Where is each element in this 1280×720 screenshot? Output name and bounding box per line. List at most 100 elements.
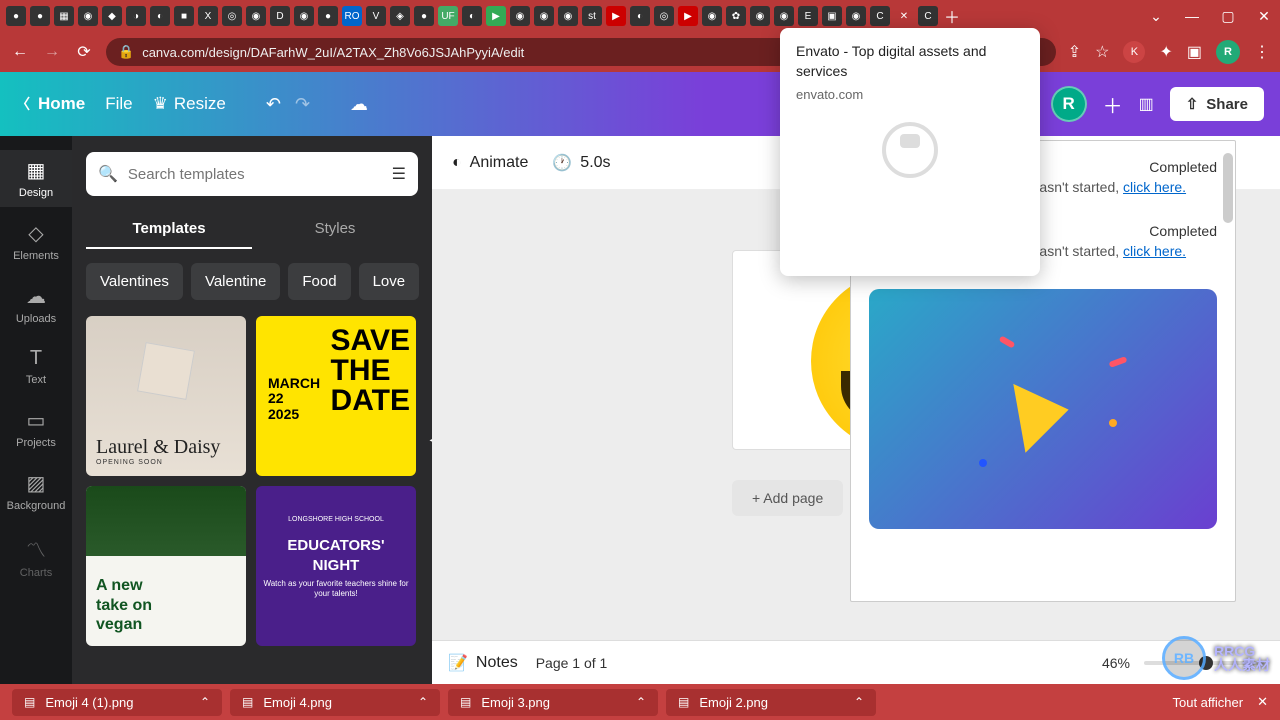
sidepanel-icon[interactable]: ▣ xyxy=(1187,42,1202,62)
tab-icon[interactable]: ◎ xyxy=(654,6,674,26)
tab-icon[interactable]: ✿ xyxy=(726,6,746,26)
bookmark-icon[interactable]: ☆ xyxy=(1095,42,1109,62)
tab-icon[interactable]: X xyxy=(198,6,218,26)
shelf-close-icon[interactable]: ✕ xyxy=(1257,694,1268,710)
tab-icon[interactable]: E xyxy=(798,6,818,26)
tabs-dropdown-icon[interactable]: ⌄ xyxy=(1146,8,1166,25)
close-icon[interactable]: ✕ xyxy=(1254,8,1274,25)
tab-icon[interactable]: D xyxy=(270,6,290,26)
tab-icon[interactable]: st xyxy=(582,6,602,26)
home-button[interactable]: 〈 Home xyxy=(16,94,85,114)
tab-icon[interactable]: ◉ xyxy=(78,6,98,26)
duration-button[interactable]: 🕐 5.0s xyxy=(552,153,610,173)
tab-icon[interactable]: ▶ xyxy=(486,6,506,26)
reload-button[interactable]: ⟳ xyxy=(74,42,94,62)
rail-charts[interactable]: 〽Charts xyxy=(0,526,72,587)
tab-icon[interactable]: ● xyxy=(6,6,26,26)
template-card[interactable]: Laurel & Daisy OPENING SOON xyxy=(86,316,246,476)
tab-icon[interactable]: ● xyxy=(414,6,434,26)
tab-icon[interactable]: ◉ xyxy=(294,6,314,26)
page-indicator[interactable]: Page 1 of 1 xyxy=(536,655,608,671)
extensions-icon[interactable]: ✦ xyxy=(1159,42,1172,62)
profile-avatar[interactable]: R xyxy=(1216,40,1240,64)
rail-design[interactable]: ▦Design xyxy=(0,150,72,207)
tab-styles[interactable]: Styles xyxy=(252,210,418,249)
chevron-up-icon[interactable]: ⌃ xyxy=(636,695,646,709)
chip-valentine[interactable]: Valentine xyxy=(191,263,280,300)
filter-icon[interactable]: ☰ xyxy=(392,164,406,184)
add-page-button[interactable]: + Add page xyxy=(732,480,843,516)
cloud-sync-icon[interactable]: ☁ xyxy=(350,94,368,115)
shelf-item[interactable]: ▤ Emoji 3.png ⌃ xyxy=(448,689,658,716)
tab-icon[interactable]: ● xyxy=(318,6,338,26)
tab-icon[interactable]: ◐ xyxy=(462,6,482,26)
undo-button[interactable]: ↶ xyxy=(266,94,281,115)
chip-food[interactable]: Food xyxy=(288,263,350,300)
rail-elements[interactable]: ◇Elements xyxy=(0,213,72,270)
menu-icon[interactable]: ⋮ xyxy=(1254,42,1270,62)
tab-icon[interactable]: UF xyxy=(438,6,458,26)
tab-icon[interactable]: ◈ xyxy=(390,6,410,26)
search-box[interactable]: 🔍 ☰ xyxy=(86,152,418,196)
tab-icon[interactable]: ◉ xyxy=(534,6,554,26)
tab-icon[interactable]: ◉ xyxy=(510,6,530,26)
animate-button[interactable]: ◐ Animate xyxy=(452,154,528,172)
notes-button[interactable]: 📝Notes xyxy=(448,653,518,673)
tab-icon[interactable]: ▶ xyxy=(606,6,626,26)
panel-collapse-toggle[interactable]: ◂ xyxy=(424,410,432,470)
search-input[interactable] xyxy=(128,166,382,183)
shelf-show-all[interactable]: Tout afficher xyxy=(1173,695,1244,710)
tab-icon[interactable]: ◉ xyxy=(558,6,578,26)
share-button[interactable]: ⇧ Share xyxy=(1170,87,1264,121)
rail-projects[interactable]: ▭Projects xyxy=(0,400,72,457)
minimize-icon[interactable]: — xyxy=(1182,8,1202,24)
template-card[interactable]: MARCH 22 2025 SAVE THE DATE xyxy=(256,316,416,476)
share-icon[interactable]: ⇪ xyxy=(1068,42,1081,62)
tab-icon[interactable]: ◐ xyxy=(150,6,170,26)
new-tab-button[interactable]: ＋ xyxy=(942,6,962,26)
tab-icon[interactable]: ◑ xyxy=(126,6,146,26)
tab-icon[interactable]: C xyxy=(918,6,938,26)
chip-valentines[interactable]: Valentines xyxy=(86,263,183,300)
scrollbar-thumb[interactable] xyxy=(1223,153,1233,223)
tab-templates[interactable]: Templates xyxy=(86,210,252,249)
shelf-item[interactable]: ▤ Emoji 4 (1).png ⌃ xyxy=(12,689,222,716)
rail-text[interactable]: TText xyxy=(0,339,72,394)
chip-love[interactable]: Love xyxy=(359,263,420,300)
maximize-icon[interactable]: ▢ xyxy=(1218,8,1238,25)
redo-button[interactable]: ↷ xyxy=(295,94,310,115)
chevron-up-icon[interactable]: ⌃ xyxy=(854,695,864,709)
tab-icon[interactable]: ■ xyxy=(174,6,194,26)
tab-icon[interactable]: ▦ xyxy=(54,6,74,26)
extension-badge[interactable]: K xyxy=(1123,41,1145,63)
tab-icon[interactable]: RO xyxy=(342,6,362,26)
tab-icon[interactable]: ◆ xyxy=(102,6,122,26)
tab-icon[interactable]: ◉ xyxy=(750,6,770,26)
rail-background[interactable]: ▨Background xyxy=(0,463,72,520)
forward-button[interactable]: → xyxy=(42,43,62,61)
tab-icon[interactable]: ● xyxy=(30,6,50,26)
tab-icon[interactable]: ◎ xyxy=(222,6,242,26)
back-button[interactable]: ← xyxy=(10,43,30,61)
download-retry-link[interactable]: click here. xyxy=(1123,243,1186,259)
chevron-up-icon[interactable]: ⌃ xyxy=(200,695,210,709)
tab-icon[interactable]: ◉ xyxy=(846,6,866,26)
add-member-button[interactable]: ＋ xyxy=(1103,90,1123,119)
tab-icon[interactable]: V xyxy=(366,6,386,26)
tab-icon[interactable]: ◉ xyxy=(702,6,722,26)
tab-icon[interactable]: ◉ xyxy=(246,6,266,26)
shelf-item[interactable]: ▤ Emoji 4.png ⌃ xyxy=(230,689,440,716)
tab-icon[interactable]: ▣ xyxy=(822,6,842,26)
chevron-up-icon[interactable]: ⌃ xyxy=(418,695,428,709)
shelf-item[interactable]: ▤ Emoji 2.png ⌃ xyxy=(666,689,876,716)
template-card[interactable]: LONGSHORE HIGH SCHOOL EDUCATORS' NIGHTWa… xyxy=(256,486,416,646)
tab-icon[interactable]: ◉ xyxy=(774,6,794,26)
tab-icon[interactable]: ◐ xyxy=(630,6,650,26)
user-avatar[interactable]: R xyxy=(1051,86,1087,122)
download-retry-link[interactable]: click here. xyxy=(1123,179,1186,195)
tab-icon[interactable]: C xyxy=(870,6,890,26)
rail-uploads[interactable]: ☁Uploads xyxy=(0,276,72,333)
resize-button[interactable]: ♛ Resize xyxy=(153,94,226,114)
template-card[interactable]: A new take on vegan xyxy=(86,486,246,646)
tab-icon-active[interactable]: ✕ xyxy=(894,6,914,26)
